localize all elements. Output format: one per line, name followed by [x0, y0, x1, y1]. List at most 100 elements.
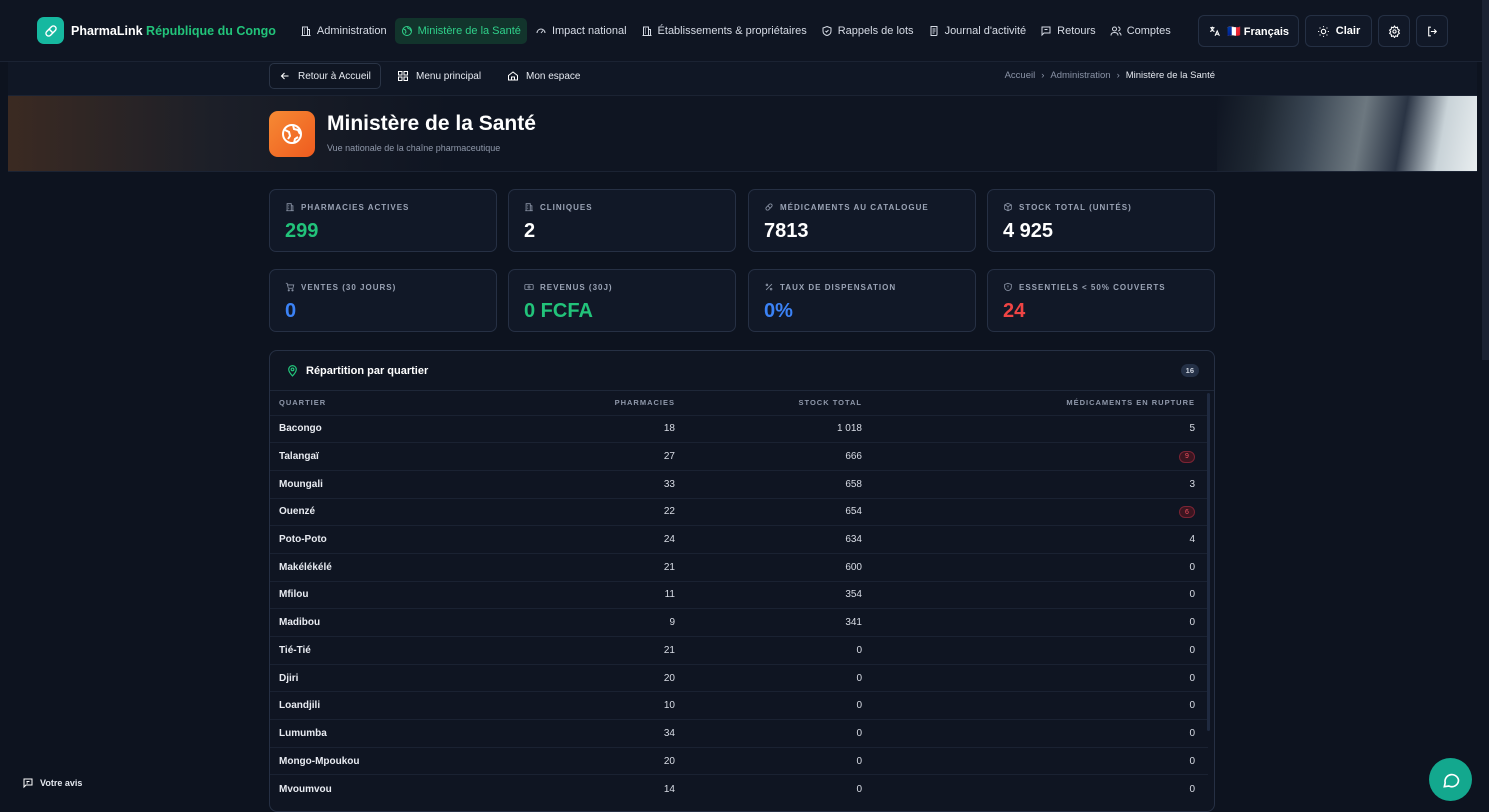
stock-total: 0 [681, 636, 868, 665]
nav-label: Journal d'activité [944, 24, 1027, 37]
stat-value: 7813 [764, 220, 809, 242]
table-row[interactable]: Mvoumvou 14 0 0 [270, 774, 1208, 803]
stock-total: 0 [681, 719, 868, 748]
table-row[interactable]: Lumumba 34 0 0 [270, 719, 1208, 748]
pharmacy-count: 20 [570, 663, 681, 692]
stock-total: 0 [681, 691, 868, 720]
stat-label: CLINIQUES [524, 202, 593, 212]
table-row[interactable]: Djiri 20 0 0 [270, 663, 1208, 692]
pharmacy-count: 33 [570, 469, 681, 499]
language-button[interactable]: 🇫🇷 Français [1198, 15, 1299, 47]
main-menu-button[interactable]: Menu principal [388, 63, 490, 89]
table-row[interactable]: Moungali 33 658 3 [270, 469, 1208, 499]
district-name: Madibou [270, 608, 570, 637]
stock-total: 0 [681, 663, 868, 692]
logout-button[interactable] [1416, 15, 1448, 47]
chevron-right-icon: › [1116, 70, 1120, 81]
settings-button[interactable] [1378, 15, 1410, 47]
pharmacy-count: 24 [570, 525, 681, 554]
rupture-cell: 0 [868, 691, 1208, 720]
district-name: Lumumba [270, 719, 570, 748]
nav-etablissements[interactable]: Établissements & propriétaires [635, 18, 813, 44]
stat-value: 0 FCFA [524, 300, 593, 322]
globe-icon [269, 111, 315, 157]
chat-button[interactable] [1429, 758, 1472, 801]
table-row[interactable]: Loandjili 10 0 0 [270, 691, 1208, 720]
nav-ministere[interactable]: Ministère de la Santé [394, 17, 527, 44]
stat-value: 0% [764, 300, 793, 322]
message-icon [1041, 26, 1051, 36]
stock-total: 354 [681, 580, 868, 609]
stat-card: CLINIQUES 2 [508, 189, 736, 252]
boxes-icon [1004, 202, 1012, 212]
language-label: 🇫🇷 Français [1227, 25, 1289, 38]
my-space-label: Mon espace [526, 70, 581, 82]
district-name: Makélékélé [270, 552, 570, 582]
stock-total: 666 [681, 442, 868, 471]
back-home-button[interactable]: Retour à Accueil [269, 63, 381, 89]
col-pharmacies[interactable]: PHARMACIES [570, 391, 681, 415]
feedback-button[interactable]: Votre avis [22, 777, 82, 789]
nav-label: Comptes [1126, 24, 1171, 37]
col-rupture[interactable]: MÉDICAMENTS EN RUPTURE [868, 391, 1208, 415]
breadcrumb-home[interactable]: Accueil [1005, 70, 1036, 81]
stat-label: STOCK TOTAL (UNITÉS) [1003, 202, 1132, 212]
rupture-cell: 0 [868, 746, 1208, 775]
stat-card: ESSENTIELS < 50% COUVERTS 24 [987, 269, 1215, 332]
stat-label: ESSENTIELS < 50% COUVERTS [1003, 282, 1166, 292]
nav-comptes[interactable]: Comptes [1104, 18, 1177, 44]
table-row[interactable]: Ouenzé 22 654 6 [270, 497, 1208, 526]
nav-administration[interactable]: Administration [294, 18, 393, 44]
nav-retours[interactable]: Retours [1034, 18, 1102, 44]
col-quartier[interactable]: QUARTIER [270, 391, 570, 415]
home-icon [508, 71, 518, 81]
pill-logo-icon [37, 17, 64, 44]
table-row[interactable]: Mfilou 11 354 0 [270, 580, 1208, 609]
gauge-icon [536, 28, 546, 33]
page-title: Ministère de la Santé [327, 112, 536, 135]
page-scrollbar[interactable] [1482, 0, 1489, 360]
theme-toggle[interactable]: Clair [1305, 15, 1372, 47]
district-name: Mongo-Mpoukou [270, 746, 570, 775]
nav-impact[interactable]: Impact national [529, 18, 633, 44]
district-name: Moungali [270, 469, 570, 499]
pharmacy-count: 21 [570, 636, 681, 665]
stat-label: PHARMACIES ACTIVES [285, 202, 409, 212]
table-row[interactable]: Madibou 9 341 0 [270, 608, 1208, 637]
district-name: Talangaï [270, 442, 570, 471]
rupture-cell: 5 [868, 414, 1208, 443]
sun-icon [1317, 25, 1329, 37]
rupture-value: 0 [1189, 589, 1195, 601]
nav-journal[interactable]: Journal d'activité [922, 18, 1033, 44]
table-row[interactable]: Mongo-Mpoukou 20 0 0 [270, 746, 1208, 775]
district-name: Tié-Tié [270, 636, 570, 665]
stock-total: 600 [681, 552, 868, 582]
logout-icon [1427, 26, 1437, 36]
nav-rappels[interactable]: Rappels de lots [815, 18, 920, 44]
brand-logo[interactable]: PharmaLink République du Congo [37, 17, 276, 44]
breadcrumb-admin[interactable]: Administration [1050, 70, 1110, 81]
col-stock[interactable]: STOCK TOTAL [681, 391, 868, 415]
brand-name: PharmaLink République du Congo [71, 23, 276, 38]
stock-total: 341 [681, 608, 868, 637]
lab-photo [1217, 96, 1477, 171]
table-scrollbar[interactable] [1207, 393, 1210, 731]
table-row[interactable]: Talangaï 27 666 9 [270, 442, 1208, 471]
shield-icon [822, 25, 832, 36]
stock-total: 658 [681, 469, 868, 499]
table-row[interactable]: Bacongo 18 1 018 5 [270, 414, 1208, 443]
pharmacy-count: 27 [570, 442, 681, 471]
map-pin-icon [288, 365, 297, 377]
table-row[interactable]: Tié-Tié 21 0 0 [270, 636, 1208, 665]
my-space-button[interactable]: Mon espace [498, 63, 589, 89]
stat-value: 4 925 [1003, 220, 1054, 242]
breadcrumb-current: Ministère de la Santé [1125, 70, 1215, 81]
nav-label: Établissements & propriétaires [657, 24, 807, 37]
stat-card: STOCK TOTAL (UNITÉS) 4 925 [987, 189, 1215, 252]
rupture-cell: 6 [868, 497, 1208, 526]
table-row[interactable]: Poto-Poto 24 634 4 [270, 525, 1208, 554]
rupture-value: 0 [1189, 672, 1195, 684]
theme-label: Clair [1335, 25, 1361, 37]
table-row[interactable]: Makélékélé 21 600 0 [270, 552, 1208, 582]
stock-total: 654 [681, 497, 868, 526]
